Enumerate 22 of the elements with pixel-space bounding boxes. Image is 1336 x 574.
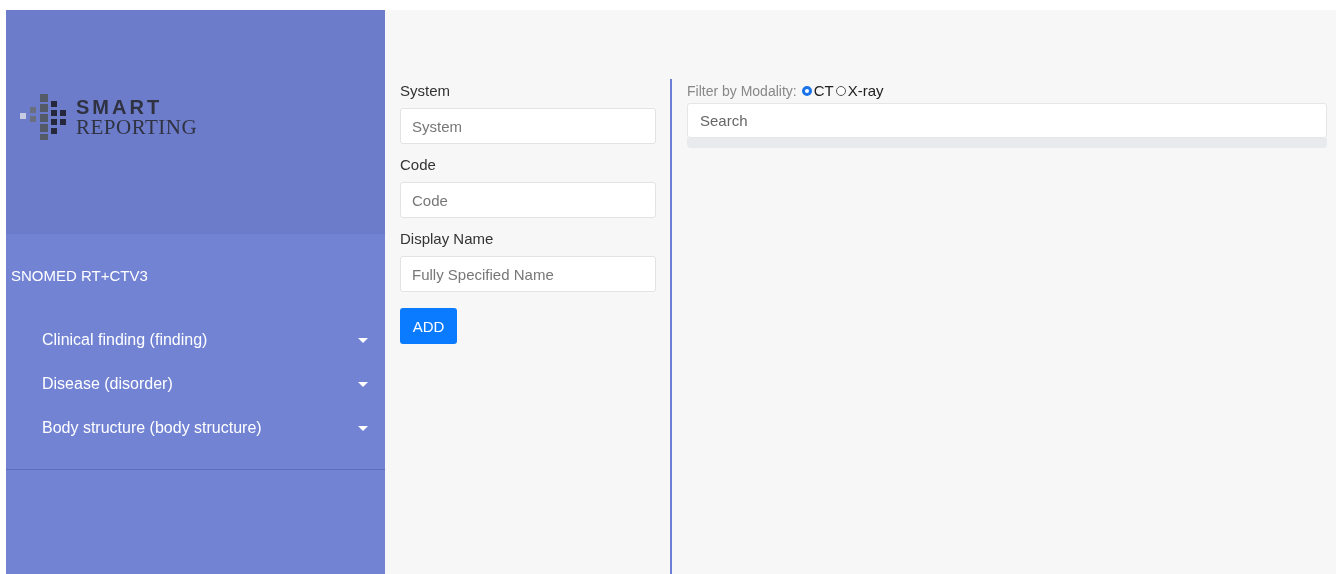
field-label: Code [400, 156, 437, 173]
field-label: System [400, 82, 451, 99]
add-button[interactable]: ADD [400, 308, 457, 344]
caret-icon [358, 337, 368, 343]
radio-button[interactable] [835, 85, 846, 96]
input-field[interactable]: System [400, 108, 656, 144]
sidebar-title: SNOMED RT+CTV3 [10, 267, 149, 284]
logo-text: SMART [76, 96, 164, 117]
radio-button[interactable] [801, 85, 812, 96]
caret-icon [358, 425, 368, 431]
radio-label[interactable]: CT [813, 82, 834, 99]
sidebar-item[interactable]: Disease (disorder) [6, 362, 385, 406]
search-field[interactable]: Search [687, 103, 1327, 138]
sidebar-item[interactable]: Body structure (body structure) [6, 406, 385, 450]
sidebar-item[interactable]: Clinical finding (finding) [6, 318, 385, 362]
logo-text: REPORTING [76, 116, 198, 138]
input-field[interactable]: Code [400, 182, 656, 218]
filter-label: Filter by Modality: [687, 82, 797, 99]
input-field[interactable]: Fully Specified Name [400, 256, 656, 292]
caret-icon [358, 381, 368, 387]
field-label: Display Name [400, 230, 495, 247]
radio-label[interactable]: X-ray [847, 82, 884, 99]
